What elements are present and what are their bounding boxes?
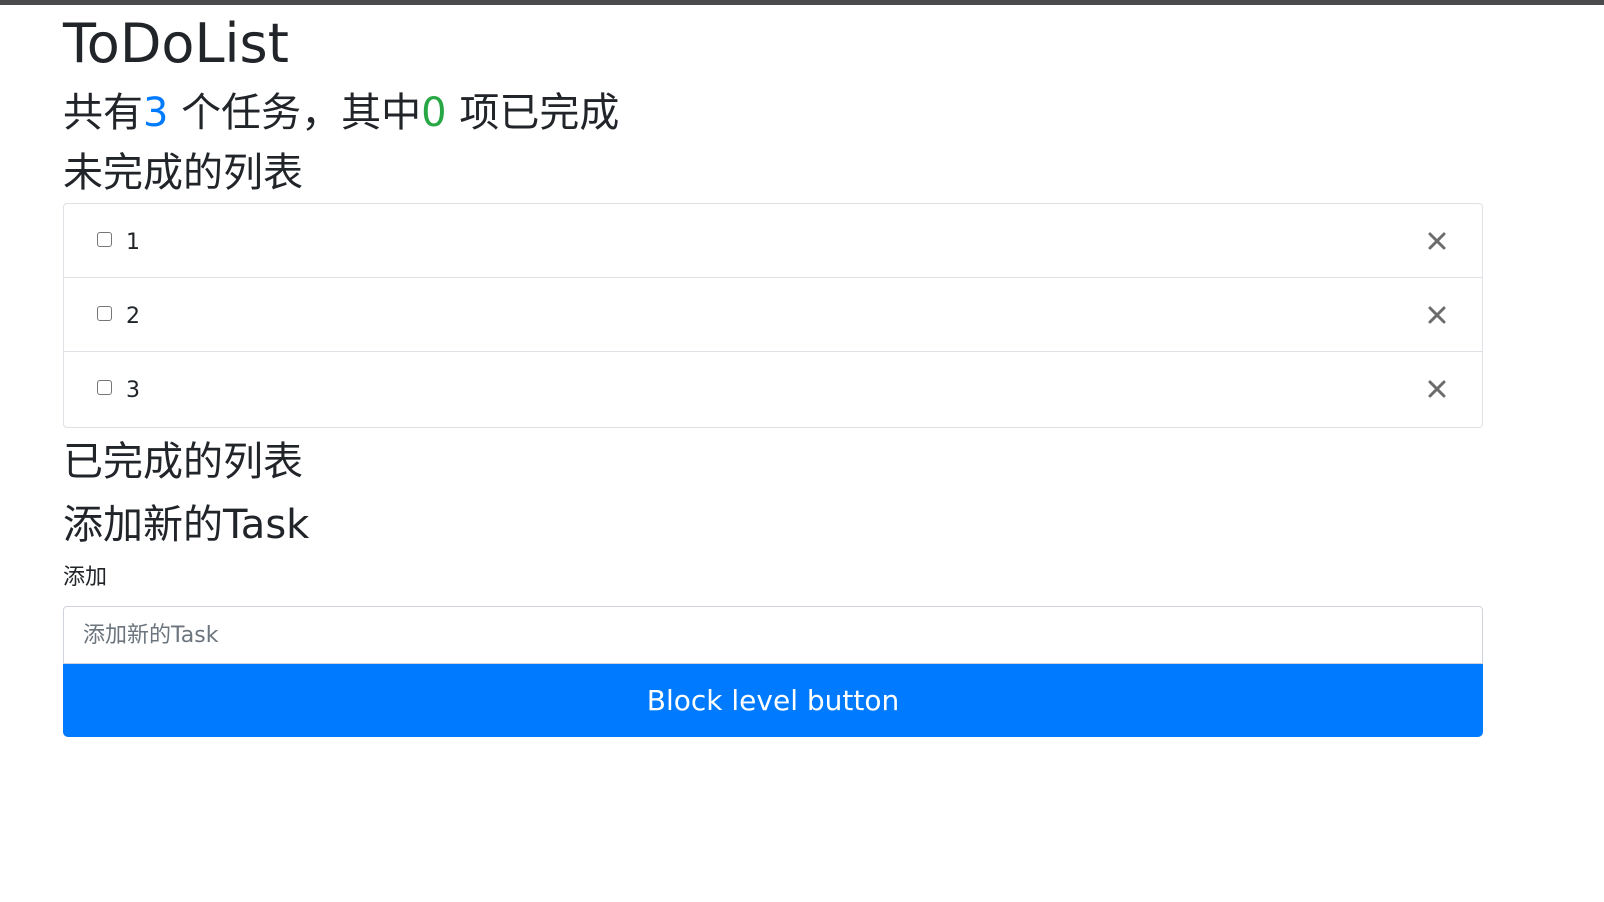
task-item: 3	[64, 352, 1482, 427]
new-task-input[interactable]	[63, 606, 1483, 664]
close-icon[interactable]	[1426, 304, 1448, 326]
add-field-label: 添加	[63, 565, 108, 590]
task-item: 1	[64, 204, 1482, 278]
task-summary: 共有3 个任务，其中0 项已完成	[63, 83, 1483, 143]
completed-list-title: 已完成的列表	[63, 439, 303, 485]
incomplete-list-title: 未完成的列表	[63, 150, 303, 196]
close-icon[interactable]	[1426, 230, 1448, 252]
close-icon-svg	[1428, 306, 1446, 324]
incomplete-task-list: 1 2 3	[63, 203, 1483, 428]
add-task-title: 添加新的Task	[63, 502, 310, 548]
task-label: 1	[126, 230, 140, 255]
total-count: 3	[143, 90, 169, 136]
summary-middle: 个任务，其中	[168, 90, 422, 136]
summary-prefix: 共有	[63, 90, 143, 136]
completed-count: 0	[421, 90, 447, 136]
summary-suffix: 项已完成	[446, 90, 620, 136]
task-checkbox[interactable]	[97, 306, 112, 321]
task-item: 2	[64, 278, 1482, 352]
task-label: 2	[126, 304, 140, 329]
task-label: 3	[126, 378, 140, 403]
close-icon-svg	[1428, 380, 1446, 398]
todo-app: ToDoList 共有3 个任务，其中0 项已完成 未完成的列表 1 2 3 已…	[63, 5, 1483, 737]
task-checkbox[interactable]	[97, 232, 112, 247]
close-icon-svg	[1428, 232, 1446, 250]
close-icon[interactable]	[1426, 378, 1448, 400]
app-title: ToDoList	[63, 12, 289, 75]
task-checkbox[interactable]	[97, 380, 112, 395]
add-task-button[interactable]: Block level button	[63, 664, 1483, 737]
